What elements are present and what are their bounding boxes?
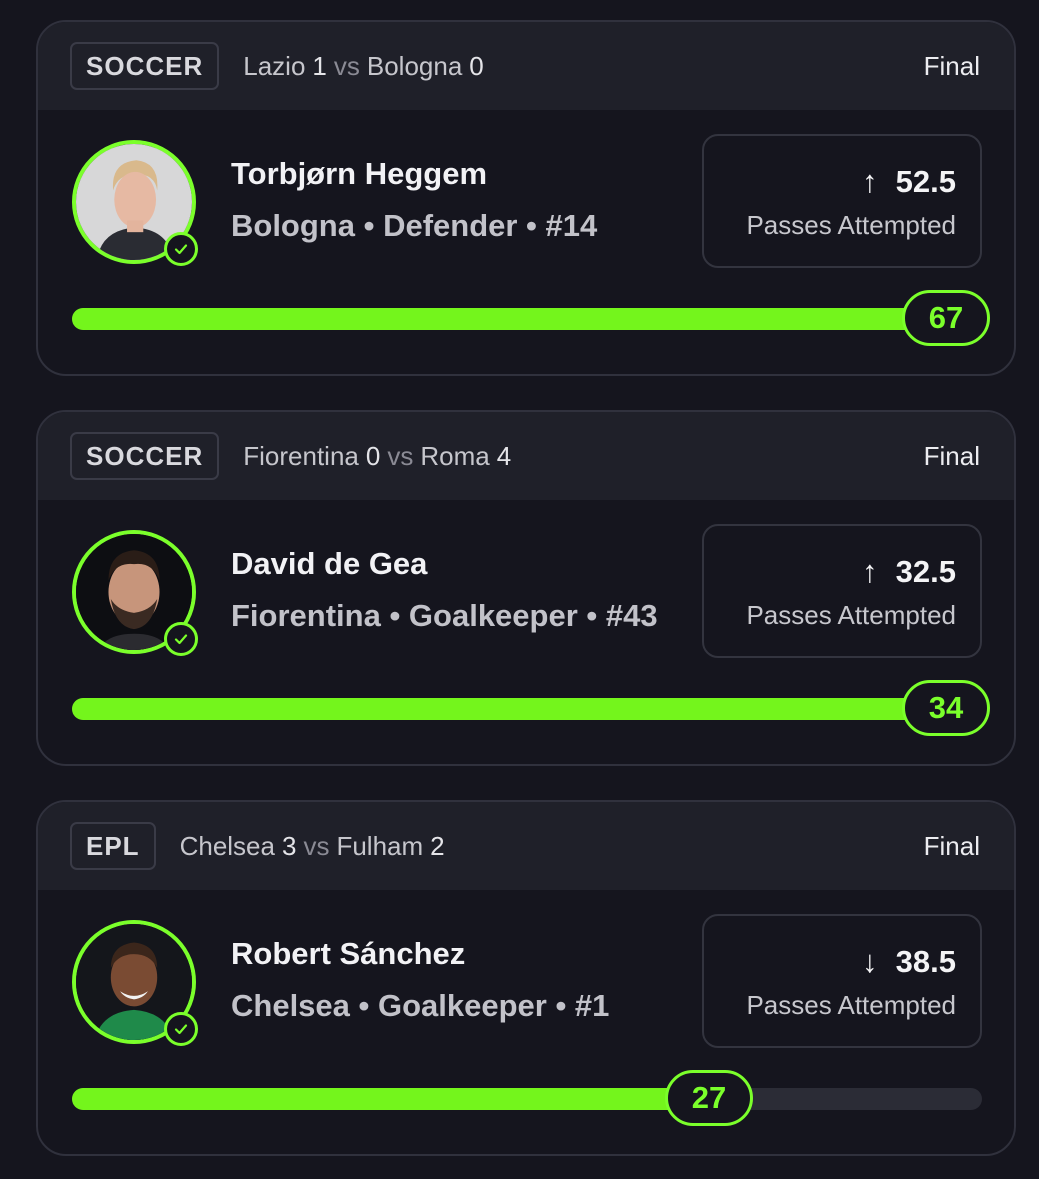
team-2-score: 4 (496, 440, 512, 471)
projection-line: ↓ 38.5 (862, 944, 956, 980)
arrow-down-icon: ↓ (862, 944, 878, 979)
pick-card[interactable]: EPL Chelsea 3 vs Fulham 2 Final Robert S… (36, 800, 1016, 1156)
check-icon (164, 1012, 198, 1046)
projection-box: ↑ 32.5 Passes Attempted (702, 524, 982, 658)
league-badge: SOCCER (70, 42, 220, 90)
game-status: Final (923, 440, 980, 471)
line-value: 38.5 (895, 944, 956, 979)
projection-box: ↑ 52.5 Passes Attempted (702, 134, 982, 268)
league-badge: EPL (70, 822, 156, 870)
pick-card[interactable]: SOCCER Fiorentina 0 vs Roma 4 Final Davi… (36, 410, 1016, 766)
vs-label: vs (333, 50, 360, 81)
team-1-name: Chelsea (179, 830, 275, 861)
check-icon (164, 622, 198, 656)
progress-track (72, 1088, 982, 1110)
arrow-up-icon: ↑ (862, 164, 878, 199)
check-icon (164, 232, 198, 266)
card-header: SOCCER Lazio 1 vs Bologna 0 Final (38, 22, 1014, 110)
player-meta: Fiorentina • Goalkeeper • #43 (231, 598, 658, 633)
projection-line: ↑ 32.5 (862, 554, 956, 590)
player-name: Torbjørn Heggem (231, 156, 488, 191)
progress-fill (72, 308, 982, 330)
stat-label: Passes Attempted (746, 600, 956, 630)
projection-box: ↓ 38.5 Passes Attempted (702, 914, 982, 1048)
stat-label: Passes Attempted (746, 210, 956, 240)
vs-label: vs (303, 830, 330, 861)
actual-value-pill: 27 (665, 1070, 753, 1126)
projection-line: ↑ 52.5 (862, 164, 956, 200)
team-2-name: Roma (420, 440, 490, 471)
progress-track (72, 698, 982, 720)
matchup: Chelsea 3 vs Fulham 2 (180, 831, 445, 862)
game-status: Final (923, 50, 980, 81)
line-value: 32.5 (895, 554, 956, 589)
vs-label: vs (387, 440, 414, 471)
player-name: Robert Sánchez (231, 936, 466, 971)
progress-track (72, 308, 982, 330)
team-1-score: 1 (312, 50, 327, 81)
player-avatar[interactable] (72, 530, 198, 656)
actual-value-pill: 34 (902, 680, 990, 736)
player-meta: Bologna • Defender • #14 (231, 208, 598, 243)
team-2-score: 2 (430, 830, 445, 861)
pick-card[interactable]: SOCCER Lazio 1 vs Bologna 0 Final Torbjø… (36, 20, 1016, 376)
team-1-score: 3 (281, 830, 297, 861)
matchup: Fiorentina 0 vs Roma 4 (243, 441, 511, 472)
league-badge: SOCCER (70, 432, 220, 480)
progress-fill (72, 1088, 709, 1110)
player-name: David de Gea (231, 546, 428, 581)
card-header: EPL Chelsea 3 vs Fulham 2 Final (38, 802, 1014, 890)
pick-card-list: SOCCER Lazio 1 vs Bologna 0 Final Torbjø… (0, 0, 1039, 1179)
game-status: Final (923, 830, 980, 861)
team-2-name: Bologna (366, 50, 463, 81)
team-1-name: Lazio (243, 50, 306, 81)
player-meta: Chelsea • Goalkeeper • #1 (231, 988, 610, 1023)
team-2-score: 0 (469, 50, 484, 81)
player-avatar[interactable] (72, 920, 198, 1046)
arrow-up-icon: ↑ (862, 554, 878, 589)
progress-fill (72, 698, 982, 720)
player-avatar[interactable] (72, 140, 198, 266)
actual-value-pill: 67 (902, 290, 990, 346)
team-1-name: Fiorentina (243, 440, 359, 471)
team-2-name: Fulham (336, 830, 424, 861)
team-1-score: 0 (365, 440, 381, 471)
stat-label: Passes Attempted (746, 990, 956, 1020)
card-header: SOCCER Fiorentina 0 vs Roma 4 Final (38, 412, 1014, 500)
matchup: Lazio 1 vs Bologna 0 (243, 51, 484, 82)
line-value: 52.5 (895, 164, 956, 199)
